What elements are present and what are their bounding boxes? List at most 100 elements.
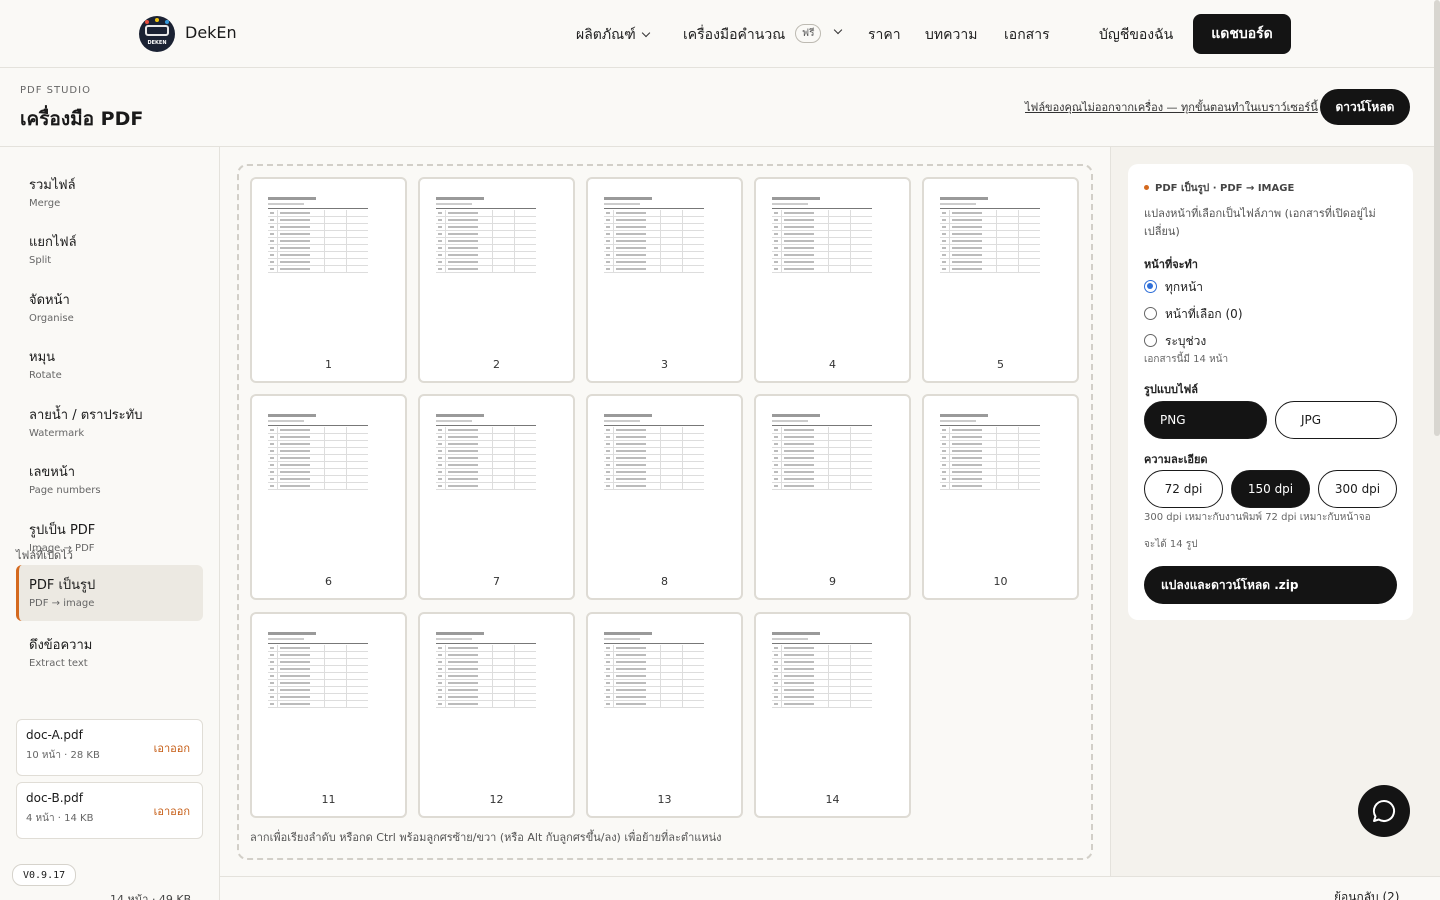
chevron-down-icon bbox=[641, 28, 650, 38]
sidebar-tool-sublabel: Split bbox=[29, 255, 52, 266]
format-png-button[interactable]: PNG bbox=[1144, 401, 1267, 439]
sidebar-tool-item[interactable]: จัดหน้า Organise bbox=[16, 280, 203, 336]
free-badge: ฟรี bbox=[795, 24, 822, 43]
sidebar-tool-label: ดึงข้อความ bbox=[29, 638, 93, 653]
sidebar-tool-item[interactable]: ดึงข้อความ Extract text bbox=[16, 625, 203, 681]
sidebar-tool-sublabel: Page numbers bbox=[29, 485, 101, 496]
open-file-card: doc-B.pdf 4 หน้า · 14 KB เอาออก bbox=[16, 782, 203, 839]
page-number: 5 bbox=[997, 358, 1004, 371]
radio-unchecked-icon bbox=[1144, 334, 1157, 347]
sidebar-tool-label: รูปเป็น PDF bbox=[29, 523, 96, 538]
page-thumbnail[interactable]: 14 bbox=[754, 612, 911, 818]
convert-download-button[interactable]: แปลงและดาวน์โหลด .zip bbox=[1144, 566, 1397, 604]
sidebar-tool-label: รวมไฟล์ bbox=[29, 178, 76, 193]
chevron-down-icon bbox=[833, 25, 843, 35]
page-preview bbox=[772, 414, 872, 490]
radio-all-pages-label: ทุกหน้า bbox=[1165, 280, 1204, 294]
sidebar-tool-label: แยกไฟล์ bbox=[29, 235, 77, 250]
sidebar-tool-label: จัดหน้า bbox=[29, 293, 70, 308]
dashboard-button[interactable]: แดชบอร์ด bbox=[1193, 14, 1291, 54]
page-thumbnail[interactable]: 7 bbox=[418, 394, 575, 600]
page-count-note: เอกสารนี้มี 14 หน้า bbox=[1144, 354, 1229, 365]
brand-logo[interactable]: DEKEN bbox=[139, 16, 175, 52]
undo-button[interactable]: ย้อนกลับ (2) bbox=[1334, 888, 1400, 900]
resolution-note: 300 dpi เหมาะกับงานพิมพ์ 72 dpi เหมาะกับ… bbox=[1144, 512, 1371, 523]
page-preview bbox=[268, 414, 368, 490]
page-number: 11 bbox=[321, 793, 336, 806]
open-file-card: doc-A.pdf 10 หน้า · 28 KB เอาออก bbox=[16, 719, 203, 776]
page-thumbnail[interactable]: 2 bbox=[418, 177, 575, 383]
page-header: PDF STUDIO เครื่องมือ PDF ไฟล์ของคุณไม่อ… bbox=[0, 69, 1440, 147]
page-thumbnail[interactable]: 6 bbox=[250, 394, 407, 600]
page-scrollbar[interactable] bbox=[1434, 0, 1440, 436]
page-thumbnail[interactable]: 4 bbox=[754, 177, 911, 383]
page-number: 7 bbox=[493, 575, 500, 588]
brand-name[interactable]: DekEn bbox=[185, 23, 237, 42]
download-button[interactable]: ดาวน์โหลด bbox=[1320, 89, 1410, 125]
sidebar-tool-sublabel: PDF → image bbox=[29, 598, 95, 609]
sidebar-tool-label: PDF เป็นรูป bbox=[29, 578, 96, 593]
sidebar-tool-item[interactable]: หมุน Rotate bbox=[16, 337, 203, 393]
res-150-button[interactable]: 150 dpi bbox=[1231, 470, 1310, 508]
nav-products-label: ผลิตภัณฑ์ bbox=[576, 27, 636, 43]
page-preview bbox=[268, 197, 368, 273]
page-thumbnail[interactable]: 12 bbox=[418, 612, 575, 818]
format-jpg-button[interactable]: JPG bbox=[1275, 401, 1397, 439]
page-eyebrow: PDF STUDIO bbox=[20, 85, 91, 96]
nav-articles[interactable]: บทความ bbox=[925, 24, 977, 46]
privacy-note-link[interactable]: ไฟล์ของคุณไม่ออกจากเครื่อง — ทุกขั้นตอนท… bbox=[1025, 98, 1318, 116]
page-preview bbox=[436, 632, 536, 708]
sidebar-tool-sublabel: Extract text bbox=[29, 658, 88, 669]
page-preview bbox=[604, 197, 704, 273]
nav-account[interactable]: บัญชีของฉัน bbox=[1099, 24, 1173, 46]
sidebar-tool-item[interactable]: เลขหน้า Page numbers bbox=[16, 452, 203, 508]
res-300-button[interactable]: 300 dpi bbox=[1318, 470, 1397, 508]
radio-all-pages[interactable]: ทุกหน้า bbox=[1144, 278, 1203, 297]
panel-tag: PDF เป็นรูป · PDF → IMAGE bbox=[1144, 181, 1294, 196]
status-bar bbox=[220, 876, 1440, 900]
page-preview bbox=[940, 414, 1040, 490]
panel-description: แปลงหน้าที่เลือกเป็นไฟล์ภาพ (เอกสารที่เป… bbox=[1144, 207, 1376, 238]
sidebar-tool-item[interactable]: แยกไฟล์ Split bbox=[16, 222, 203, 278]
document-stats: 14 หน้า · 49 KB bbox=[110, 893, 192, 900]
nav-calculators-label: เครื่องมือคำนวณ bbox=[683, 27, 786, 43]
nav-docs[interactable]: เอกสาร bbox=[1004, 24, 1050, 46]
page-number: 12 bbox=[489, 793, 504, 806]
page-number: 14 bbox=[825, 793, 840, 806]
page-thumbnail[interactable]: 3 bbox=[586, 177, 743, 383]
top-navigation: DEKEN DekEn ผลิตภัณฑ์ เครื่องมือคำนวณ ฟร… bbox=[0, 0, 1440, 68]
res-72-button[interactable]: 72 dpi bbox=[1144, 470, 1223, 508]
page-thumbnail[interactable]: 13 bbox=[586, 612, 743, 818]
page-thumbnail[interactable]: 10 bbox=[922, 394, 1079, 600]
page-thumbnail[interactable]: 8 bbox=[586, 394, 743, 600]
remove-file-button[interactable]: เอาออก bbox=[154, 802, 190, 820]
page-thumbnail[interactable]: 1 bbox=[250, 177, 407, 383]
remove-file-button[interactable]: เอาออก bbox=[154, 739, 190, 757]
page-number: 3 bbox=[661, 358, 668, 371]
nav-calculators[interactable]: เครื่องมือคำนวณ bbox=[683, 24, 785, 46]
page-thumbnail[interactable]: 5 bbox=[922, 177, 1079, 383]
open-files-label: ไฟล์ที่เปิดไว้ bbox=[16, 549, 73, 562]
nav-products[interactable]: ผลิตภัณฑ์ bbox=[576, 24, 650, 46]
sidebar-tool-item[interactable]: PDF เป็นรูป PDF → image bbox=[16, 565, 203, 621]
nav-calculators-chevron[interactable] bbox=[828, 24, 843, 40]
page-preview bbox=[604, 414, 704, 490]
page-thumbnail[interactable]: 11 bbox=[250, 612, 407, 818]
page-title: เครื่องมือ PDF bbox=[20, 108, 144, 130]
pages-label: หน้าที่จะทำ bbox=[1144, 258, 1198, 271]
pdf-to-image-panel: PDF เป็นรูป · PDF → IMAGE แปลงหน้าที่เลื… bbox=[1128, 164, 1413, 620]
page-thumbnail[interactable]: 9 bbox=[754, 394, 911, 600]
page-preview bbox=[436, 197, 536, 273]
radio-checked-icon bbox=[1144, 280, 1157, 293]
page-preview bbox=[604, 632, 704, 708]
radio-selected-pages[interactable]: หน้าที่เลือก (0) bbox=[1144, 305, 1243, 324]
sidebar-tool-item[interactable]: ลายน้ำ / ตราประทับ Watermark bbox=[16, 395, 203, 451]
nav-pricing[interactable]: ราคา bbox=[868, 24, 901, 46]
sidebar-tool-item[interactable]: รวมไฟล์ Merge bbox=[16, 165, 203, 221]
radio-selected-pages-label: หน้าที่เลือก (0) bbox=[1165, 307, 1243, 321]
page-number: 6 bbox=[325, 575, 332, 588]
radio-page-range[interactable]: ระบุช่วง bbox=[1144, 332, 1206, 351]
sidebar-tool-label: ลายน้ำ / ตราประทับ bbox=[29, 408, 143, 423]
page-number: 10 bbox=[993, 575, 1008, 588]
chat-button[interactable] bbox=[1358, 785, 1410, 837]
